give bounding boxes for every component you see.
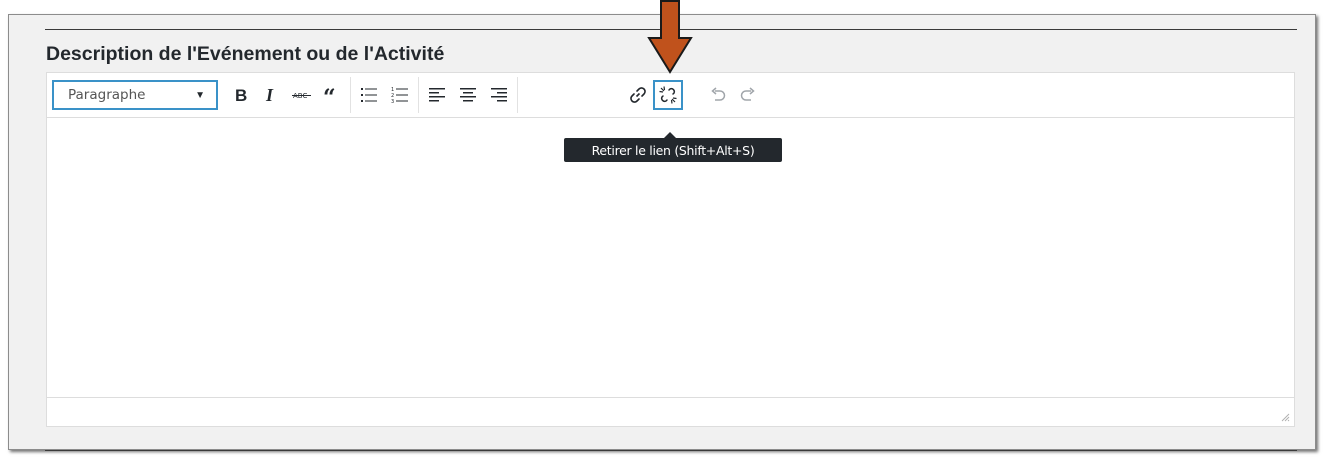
blockquote-button[interactable]: “ [317,80,347,110]
svg-text:3: 3 [391,99,394,105]
align-center-button[interactable] [453,80,483,110]
align-left-icon [429,88,445,102]
svg-text:I: I [265,85,274,105]
undo-button[interactable] [703,80,733,110]
rich-text-editor: Paragraphe ▼ B I ABC [46,72,1295,427]
align-center-icon [460,88,476,102]
format-select[interactable]: Paragraphe ▼ [52,80,218,110]
align-right-button[interactable] [484,80,514,110]
bold-icon: B [235,86,247,105]
dropdown-arrow-icon: ▼ [195,89,205,101]
resize-handle-icon[interactable] [1280,412,1290,422]
bottom-divider [45,450,1297,451]
strikethrough-icon: ABC [292,92,311,100]
svg-text:“: “ [323,85,336,105]
numbered-list-button[interactable]: 1 2 3 [385,80,415,110]
redo-button[interactable] [733,80,763,110]
redo-icon [740,87,755,101]
bulleted-list-button[interactable] [354,80,384,110]
toolbar-separator [350,77,351,113]
field-label: Description de l'Evénement ou de l'Activ… [46,43,445,65]
italic-button[interactable]: I [257,80,287,110]
tooltip: Retirer le lien (Shift+Alt+S) [564,138,782,162]
insert-link-button[interactable] [623,80,653,110]
link-icon [630,87,646,103]
strikethrough-button[interactable]: ABC [287,80,317,110]
editor-statusbar [47,397,1294,426]
align-right-icon [491,88,507,102]
quote-icon: “ [323,85,336,105]
format-select-value: Paragraphe [68,87,146,103]
undo-icon [711,87,726,101]
bulleted-list-icon [361,88,377,102]
align-left-button[interactable] [422,80,452,110]
svg-text:B: B [235,86,247,105]
remove-link-button[interactable] [653,80,683,110]
italic-icon: I [265,85,274,105]
numbered-list-icon: 1 2 3 [391,87,408,105]
callout-arrow-icon [647,0,693,74]
toolbar-separator [517,77,518,113]
unlink-icon [659,86,677,104]
bold-button[interactable]: B [226,80,256,110]
toolbar-separator [418,77,419,113]
